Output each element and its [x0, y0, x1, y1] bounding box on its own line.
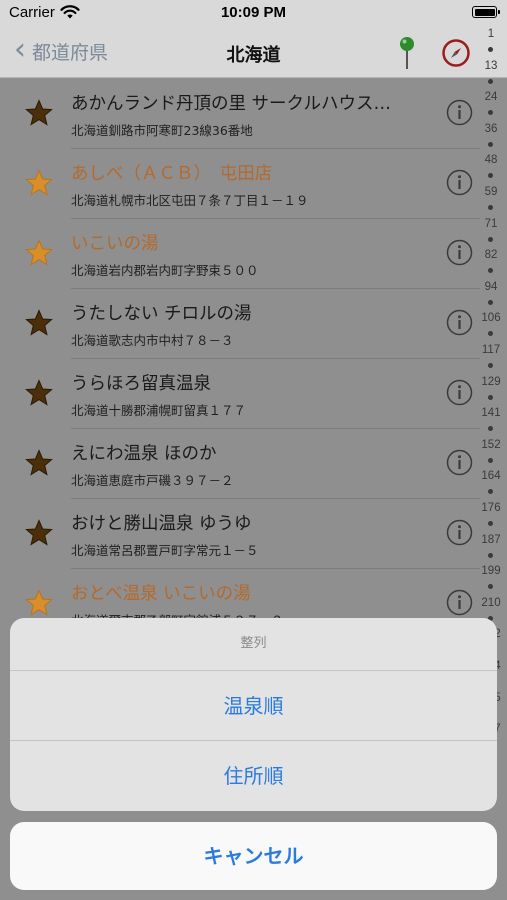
index-label[interactable]: 94	[478, 281, 504, 293]
list-item-title: あかんランド丹頂の里 サークルハウス…	[71, 94, 392, 114]
list-item[interactable]: うたしない チロルの湯北海道歌志内市中村７８－３	[0, 289, 480, 359]
index-dot	[488, 205, 493, 210]
list-item-address: 北海道歌志内市中村７８－３	[71, 333, 234, 348]
list-item[interactable]: いこいの湯北海道岩内郡岩内町字野束５００	[0, 219, 480, 289]
index-dot	[488, 331, 493, 337]
index-label[interactable]: 152	[478, 439, 504, 451]
index-dot	[488, 521, 493, 526]
index-dot	[488, 552, 493, 558]
star-icon[interactable]	[25, 519, 53, 547]
index-dot	[488, 110, 493, 116]
info-icon[interactable]	[446, 169, 473, 196]
index-dot	[488, 78, 493, 84]
index-dot	[488, 363, 493, 368]
info-icon[interactable]	[446, 239, 473, 266]
list-item-title: いこいの湯	[71, 234, 159, 254]
index-dot	[488, 173, 493, 179]
list-item[interactable]: おけと勝山温泉 ゆうゆ北海道常呂郡置戸町字常元１－５	[0, 499, 480, 569]
index-label[interactable]: 187	[478, 534, 504, 546]
index-label[interactable]: 1	[478, 28, 504, 40]
star-icon[interactable]	[25, 449, 53, 477]
info-icon[interactable]	[446, 519, 473, 546]
star-icon[interactable]	[25, 379, 53, 407]
info-icon[interactable]	[446, 449, 473, 476]
list-item-address: 北海道常呂郡置戸町字常元１－５	[71, 543, 259, 558]
list-item-title: うたしない チロルの湯	[71, 304, 252, 324]
index-dot	[488, 489, 493, 495]
index-dot	[488, 584, 493, 590]
index-dot	[488, 141, 493, 147]
index-label[interactable]: 141	[478, 407, 504, 419]
index-label[interactable]: 176	[478, 502, 504, 514]
index-label[interactable]: 117	[478, 344, 504, 356]
sheet-title: 整列	[240, 636, 267, 651]
index-dot	[488, 299, 493, 305]
index-label[interactable]: 129	[478, 376, 504, 388]
list-item-address: 北海道恵庭市戸磯３９７－２	[71, 473, 234, 488]
status-time: 10:09 PM	[220, 4, 287, 21]
index-label[interactable]: 199	[478, 565, 504, 577]
list-item-address: 北海道釧路市阿寒町23線36番地	[71, 123, 253, 138]
info-icon[interactable]	[446, 379, 473, 406]
list-item[interactable]: えにわ温泉 ほのか北海道恵庭市戸磯３９７－２	[0, 429, 480, 499]
list-item-title: えにわ温泉 ほのか	[71, 444, 217, 464]
navigation-bar: ‹ 都道府県 北海道	[0, 28, 507, 78]
list-item[interactable]: うらほろ留真温泉北海道十勝郡浦幌町留真１７７	[0, 359, 480, 429]
star-icon[interactable]	[25, 239, 53, 267]
back-button-label: 都道府県	[32, 42, 109, 64]
index-label[interactable]: 106	[478, 312, 504, 324]
index-label[interactable]: 164	[478, 470, 504, 482]
info-icon[interactable]	[446, 99, 473, 126]
index-dot	[488, 394, 493, 400]
star-icon[interactable]	[25, 169, 53, 197]
battery-icon	[472, 6, 500, 18]
index-dot	[488, 426, 493, 432]
map-pin-icon[interactable]	[396, 36, 418, 70]
star-icon[interactable]	[25, 99, 53, 127]
cancel-button[interactable]: キャンセル	[10, 822, 497, 890]
status-bar: Carrier 10:09 PM	[0, 0, 507, 28]
list-item-address: 北海道十勝郡浦幌町留真１７７	[71, 403, 247, 418]
index-dot	[488, 457, 493, 463]
info-icon[interactable]	[446, 589, 473, 616]
list-item-title: あしべ（ＡＣＢ） 屯田店	[71, 164, 273, 184]
list-item-title: うらほろ留真温泉	[71, 374, 211, 394]
list-item-address: 北海道札幌市北区屯田７条７丁目１－１９	[71, 193, 309, 208]
list-item[interactable]: あしべ（ＡＣＢ） 屯田店北海道札幌市北区屯田７条７丁目１－１９	[0, 149, 480, 219]
sort-action-sheet: 整列 温泉順 住所順	[10, 618, 497, 811]
back-button[interactable]: ‹ 都道府県	[14, 32, 109, 67]
star-icon[interactable]	[25, 309, 53, 337]
index-label[interactable]: 210	[478, 597, 504, 609]
index-dot	[488, 268, 493, 274]
index-dot	[488, 47, 493, 52]
list-item-title: おけと勝山温泉 ゆうゆ	[71, 514, 252, 534]
index-dot	[488, 236, 493, 242]
star-icon[interactable]	[25, 589, 53, 617]
index-label[interactable]: 24	[478, 91, 504, 103]
index-label[interactable]: 48	[478, 154, 504, 166]
sort-by-address-button[interactable]: 住所順	[10, 740, 497, 810]
list-item-address: 北海道岩内郡岩内町字野束５００	[71, 263, 259, 278]
compass-icon[interactable]	[441, 38, 471, 68]
list-item-title: おとべ温泉 いこいの湯	[71, 584, 251, 604]
index-label[interactable]: 13	[478, 60, 504, 72]
info-icon[interactable]	[446, 309, 473, 336]
index-label[interactable]: 36	[478, 123, 504, 135]
index-label[interactable]: 59	[478, 186, 504, 198]
sort-by-onsen-button[interactable]: 温泉順	[10, 670, 497, 740]
index-label[interactable]: 71	[478, 218, 504, 230]
chevron-left-icon: ‹	[14, 32, 26, 67]
list-item[interactable]: あかんランド丹頂の里 サークルハウス… 北海道釧路市阿寒町23線36番地	[0, 79, 480, 149]
index-label[interactable]: 82	[478, 249, 504, 261]
